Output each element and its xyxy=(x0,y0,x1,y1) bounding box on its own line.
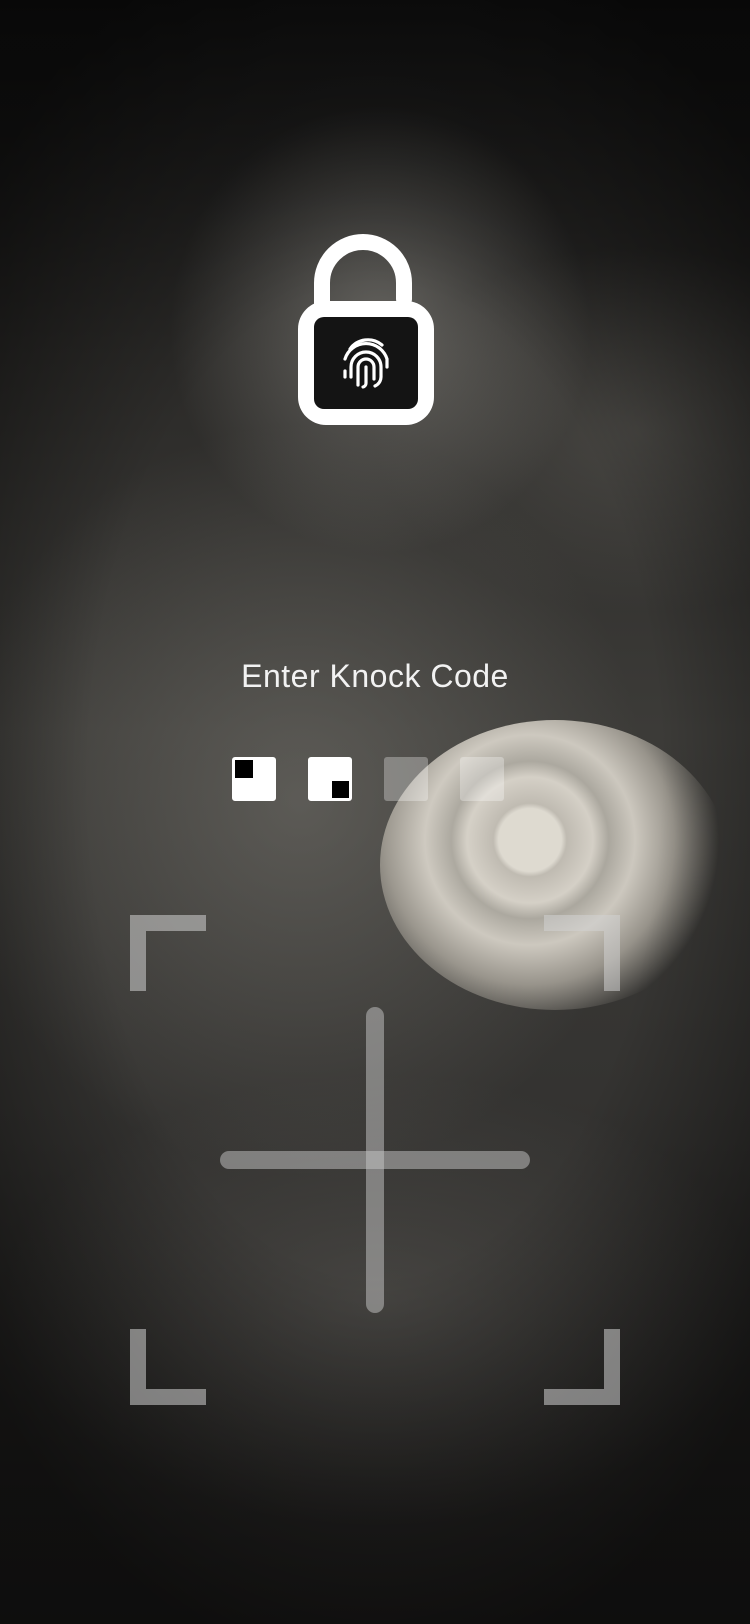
indicator-cell xyxy=(255,760,273,778)
indicator-cell xyxy=(484,760,502,778)
knock-indicator-1 xyxy=(232,757,276,801)
indicator-cell xyxy=(408,781,426,799)
indicator-cell xyxy=(463,781,481,799)
indicator-cell xyxy=(311,780,329,798)
indicator-cell xyxy=(387,781,405,799)
indicator-cell-filled xyxy=(235,760,253,778)
knock-code-pad xyxy=(130,915,620,1405)
knock-quadrant-top-left[interactable] xyxy=(130,915,375,1160)
knock-code-indicators xyxy=(232,757,504,801)
knock-quadrant-top-right[interactable] xyxy=(375,915,620,1160)
knock-quadrant-bottom-right[interactable] xyxy=(375,1160,620,1405)
indicator-cell xyxy=(311,760,329,778)
knock-code-prompt: Enter Knock Code xyxy=(241,658,509,694)
fingerprint-padlock-icon xyxy=(292,233,442,433)
knock-indicator-4 xyxy=(460,757,504,801)
indicator-cell-filled xyxy=(331,780,349,798)
indicator-cell xyxy=(408,760,426,778)
indicator-cell xyxy=(331,760,349,778)
indicator-cell xyxy=(387,760,405,778)
knock-indicator-2 xyxy=(308,757,352,801)
indicator-cell xyxy=(463,760,481,778)
indicator-cell xyxy=(484,781,502,799)
knock-indicator-3 xyxy=(384,757,428,801)
knock-quadrant-bottom-left[interactable] xyxy=(130,1160,375,1405)
indicator-cell xyxy=(235,780,253,798)
indicator-cell xyxy=(255,780,273,798)
